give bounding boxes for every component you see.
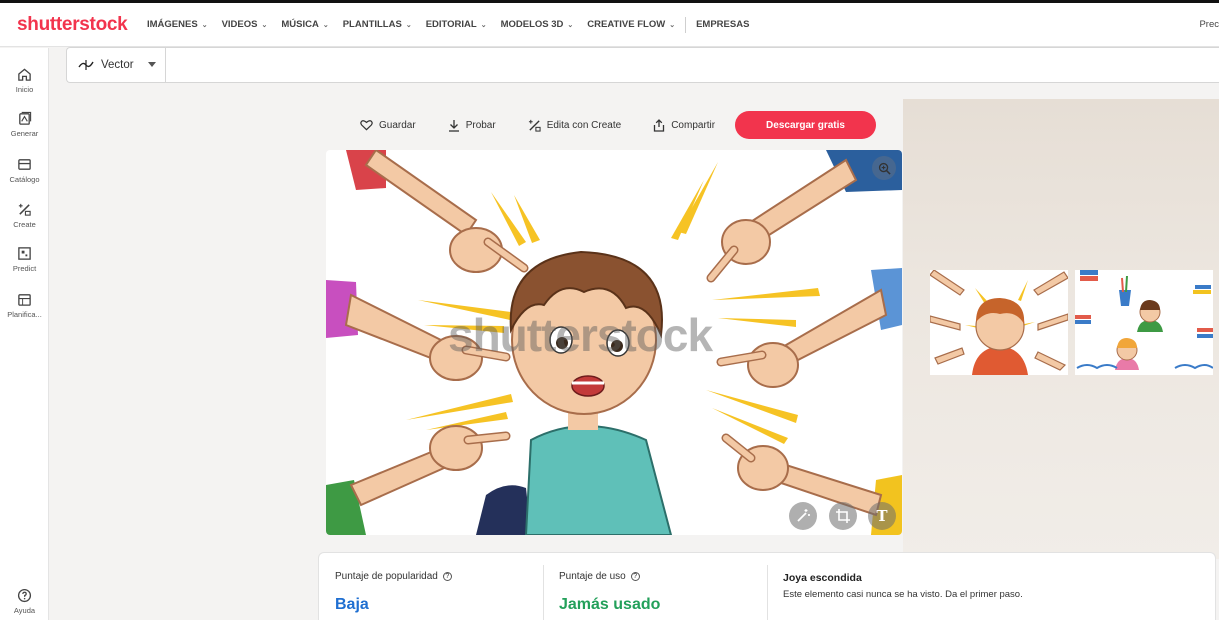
edit-with-create-button[interactable]: Edita con Create [518,110,632,140]
hidden-gem-title: Joya escondida [783,572,862,584]
nav-musica[interactable]: MÚSICA ⌄ [281,19,328,30]
dropdown-arrow-icon [148,62,156,67]
generate-icon [19,111,32,125]
left-sidebar: Inicio Generar Catálogo Create Predict P… [0,48,49,620]
catalog-icon [18,159,31,170]
help-icon [17,588,32,603]
similar-thumbnail-2[interactable] [1075,270,1213,375]
search-input[interactable] [167,48,1167,82]
magic-wand-button[interactable] [789,502,817,530]
chevron-down-icon: ⌄ [201,21,208,29]
asset-type-select[interactable]: Vector [67,48,166,82]
popularity-label: Puntaje de popularidad? [335,571,452,582]
sidebar-item-predict[interactable]: Predict [0,246,49,273]
predict-icon [18,247,31,260]
nav-videos[interactable]: VIDEOS ⌄ [222,19,268,30]
text-button[interactable]: T [868,502,896,530]
nav-divider [685,16,687,33]
header-right-link[interactable]: Prec [1199,19,1219,30]
zoom-button[interactable] [872,156,896,180]
chevron-down-icon: ⌄ [480,21,487,29]
thumbnail-kids-school [1075,270,1213,375]
chevron-down-icon: ⌄ [567,21,574,29]
sidebar-item-create[interactable]: Create [0,202,49,229]
vector-icon [78,60,94,70]
planner-icon [18,294,31,306]
chevron-down-icon: ⌄ [322,21,329,29]
usage-value: Jamás usado [559,596,661,613]
try-button[interactable]: Probar [438,110,506,140]
popularity-value: Baja [335,596,369,613]
popularity-stat: Puntaje de popularidad? Baja [335,553,545,620]
nav-imagenes[interactable]: IMÁGENES ⌄ [147,19,208,30]
stats-divider [767,565,768,620]
sidebar-item-planificador[interactable]: Planifica... [0,292,49,319]
heart-icon [360,120,373,131]
usage-stat: Puntaje de uso? Jamás usado [559,553,759,620]
nav-modelos-3d[interactable]: MODELOS 3D ⌄ [501,19,574,30]
asset-type-label: Vector [101,59,134,71]
nav-creative-flow[interactable]: CREATIVE FLOW ⌄ [587,19,675,30]
watermark-text: shutterstock [448,309,713,361]
text-icon: T [876,507,888,525]
crop-button[interactable] [829,502,857,530]
zoom-in-icon [878,162,891,175]
magic-edit-icon [528,119,541,132]
sidebar-item-catalogo[interactable]: Catálogo [0,157,49,184]
sidebar-item-inicio[interactable]: Inicio [0,67,49,94]
save-button[interactable]: Guardar [350,110,426,140]
sidebar-item-ayuda[interactable]: Ayuda [0,588,49,615]
create-icon [18,203,31,216]
crop-icon [836,509,850,523]
main-nav: IMÁGENES ⌄ VIDEOS ⌄ MÚSICA ⌄ PLANTILLAS ⌄ ED… [147,16,763,33]
chevron-down-icon: ⌄ [261,21,268,29]
download-icon [448,119,459,132]
image-actions: Guardar Probar Edita con Create Comparti… [350,110,737,140]
top-header: shutterstock IMÁGENES ⌄ VIDEOS ⌄ MÚSICA ⌄ P… [0,3,1219,47]
chevron-down-icon: ⌄ [405,21,412,29]
thumbnail-boy-pointed-at [930,270,1068,375]
sidebar-item-generar[interactable]: Generar [0,111,49,138]
asset-stats-panel: Puntaje de popularidad? Baja Puntaje de … [318,552,1216,620]
hidden-gem-description: Este elemento casi nunca se ha visto. Da… [783,589,1023,600]
download-free-button[interactable]: Descargar gratis [735,111,876,139]
share-icon [654,118,665,132]
search-bar: Vector [66,47,1219,83]
usage-label: Puntaje de uso? [559,571,640,582]
share-button[interactable]: Compartir [643,110,725,140]
nav-editorial[interactable]: EDITORIAL ⌄ [426,19,487,30]
magic-wand-icon [797,509,810,522]
help-icon[interactable]: ? [442,572,452,581]
chevron-down-icon: ⌄ [669,21,676,29]
nav-plantillas[interactable]: PLANTILLAS ⌄ [343,19,412,30]
help-icon[interactable]: ? [630,572,640,581]
home-icon [18,68,31,81]
stats-divider [543,565,544,620]
nav-empresas[interactable]: EMPRESAS [696,19,749,30]
shutterstock-logo[interactable]: shutterstock [17,14,147,36]
main-preview-image[interactable]: shutterstock T [326,150,902,535]
similar-thumbnail-1[interactable] [930,270,1068,375]
